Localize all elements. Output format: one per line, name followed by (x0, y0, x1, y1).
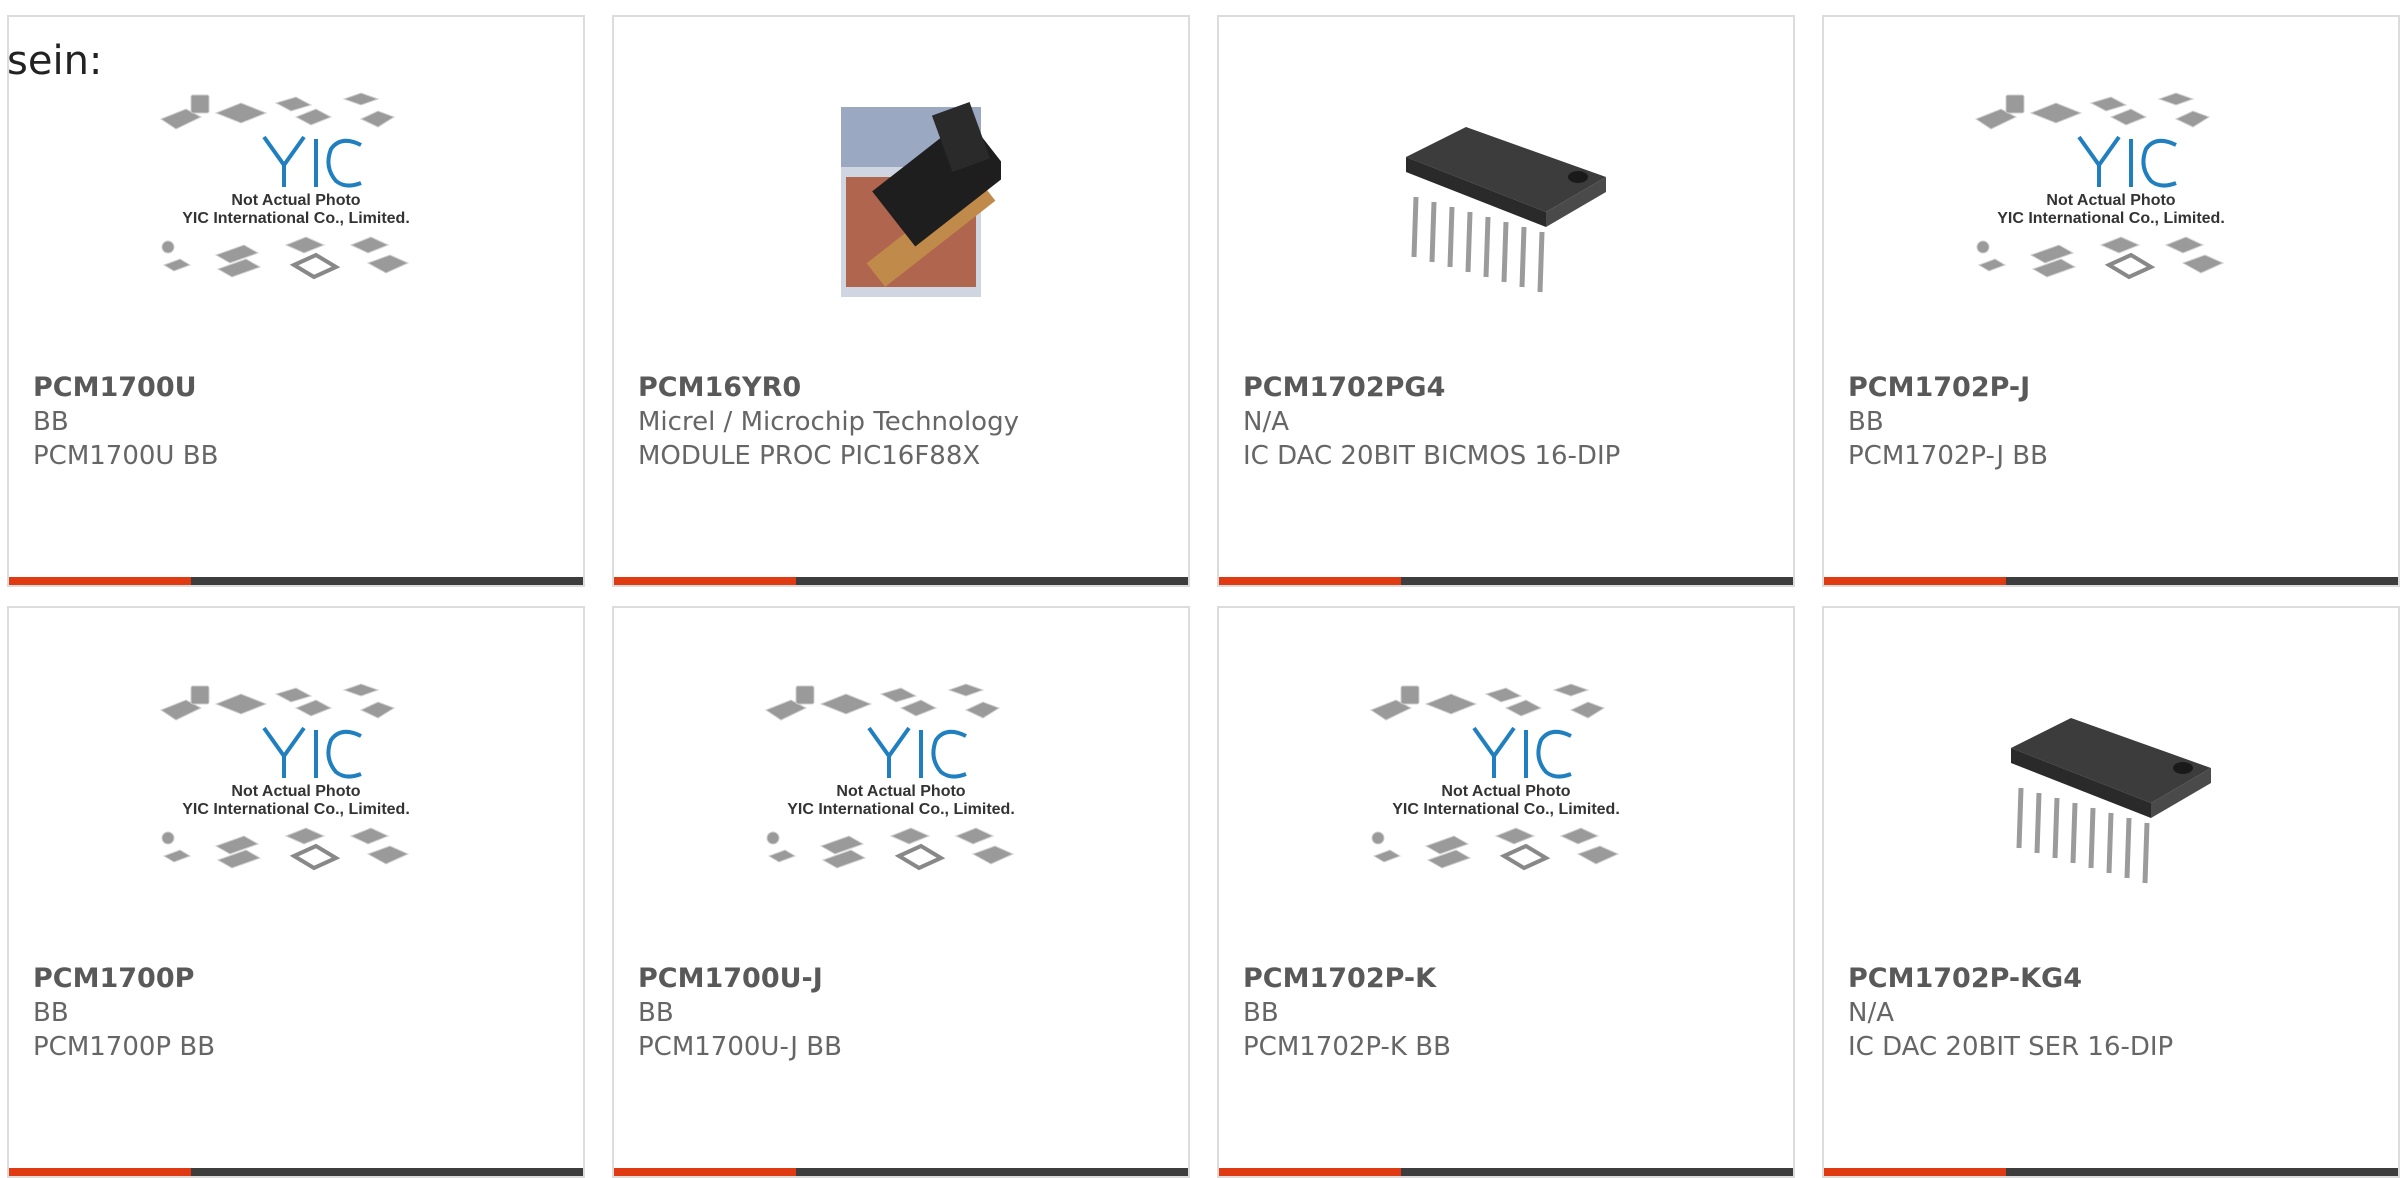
product-part-number[interactable]: PCM1700U-J (638, 965, 823, 992)
product-manufacturer: N/A (1243, 407, 1289, 437)
card-footer-bar (614, 1168, 1188, 1176)
card-accent-bar (9, 577, 191, 585)
placeholder-caption-1: Not Actual Photo (231, 783, 360, 800)
product-description: PCM1700U-J BB (638, 1032, 842, 1062)
intro-text: sein: (7, 38, 103, 84)
product-image[interactable] (614, 87, 1188, 313)
card-accent-bar (614, 1168, 796, 1176)
product-part-number[interactable]: PCM16YR0 (638, 374, 801, 401)
product-image[interactable]: Not Actual Photo YIC International Co., … (9, 87, 583, 313)
product-image[interactable]: Not Actual Photo YIC International Co., … (614, 678, 1188, 904)
placeholder-image: Not Actual Photo YIC International Co., … (159, 683, 410, 871)
product-card[interactable]: PCM1702P-KG4 N/A IC DAC 20BIT SER 16-DIP (1822, 606, 2400, 1178)
placeholder-caption-2: YIC International Co., Limited. (787, 801, 1015, 818)
product-card[interactable]: Not Actual Photo YIC International Co., … (7, 15, 585, 587)
card-footer-bar (614, 577, 1188, 585)
product-part-number[interactable]: PCM1702P-J (1848, 374, 2030, 401)
product-description: IC DAC 20BIT SER 16-DIP (1848, 1032, 2174, 1062)
product-manufacturer: BB (33, 998, 69, 1028)
product-card[interactable]: Not Actual Photo YIC International Co., … (1217, 606, 1795, 1178)
product-manufacturer: BB (33, 407, 69, 437)
card-accent-bar (614, 577, 796, 585)
placeholder-caption-1: Not Actual Photo (2046, 192, 2175, 209)
product-description: IC DAC 20BIT BICMOS 16-DIP (1243, 441, 1621, 471)
card-footer-bar (9, 577, 583, 585)
product-part-number[interactable]: PCM1700U (33, 374, 197, 401)
placeholder-caption-2: YIC International Co., Limited. (1392, 801, 1620, 818)
card-footer-bar (1219, 577, 1793, 585)
module-photo (841, 101, 1001, 297)
card-accent-bar (1824, 1168, 2006, 1176)
product-image[interactable]: Not Actual Photo YIC International Co., … (9, 678, 583, 904)
product-card[interactable]: Not Actual Photo YIC International Co., … (1822, 15, 2400, 587)
placeholder-image: Not Actual Photo YIC International Co., … (159, 92, 410, 280)
product-description: PCM1700U BB (33, 441, 219, 471)
product-part-number[interactable]: PCM1702PG4 (1243, 374, 1445, 401)
product-part-number[interactable]: PCM1700P (33, 965, 194, 992)
card-footer-bar (9, 1168, 583, 1176)
product-image[interactable]: Not Actual Photo YIC International Co., … (1824, 87, 2398, 313)
product-manufacturer: BB (1243, 998, 1279, 1028)
card-accent-bar (1219, 1168, 1401, 1176)
placeholder-caption-1: Not Actual Photo (836, 783, 965, 800)
placeholder-caption-1: Not Actual Photo (231, 192, 360, 209)
product-card[interactable]: Not Actual Photo YIC International Co., … (7, 606, 585, 1178)
product-part-number[interactable]: PCM1702P-KG4 (1848, 965, 2082, 992)
product-part-number[interactable]: PCM1702P-K (1243, 965, 1436, 992)
placeholder-caption-2: YIC International Co., Limited. (182, 210, 410, 227)
product-description: PCM1700P BB (33, 1032, 216, 1062)
placeholder-caption-1: Not Actual Photo (1441, 783, 1570, 800)
card-footer-bar (1824, 577, 2398, 585)
placeholder-image: Not Actual Photo YIC International Co., … (1369, 683, 1620, 871)
card-accent-bar (1219, 577, 1401, 585)
product-description: PCM1702P-J BB (1848, 441, 2048, 471)
product-image[interactable] (1219, 87, 1793, 313)
dip-chip-photo (2001, 678, 2221, 888)
product-manufacturer: BB (1848, 407, 1884, 437)
product-image[interactable] (1824, 678, 2398, 904)
placeholder-image: Not Actual Photo YIC International Co., … (764, 683, 1015, 871)
product-description: MODULE PROC PIC16F88X (638, 441, 981, 471)
product-card[interactable]: Not Actual Photo YIC International Co., … (612, 606, 1190, 1178)
card-accent-bar (9, 1168, 191, 1176)
placeholder-image: Not Actual Photo YIC International Co., … (1974, 92, 2225, 280)
dip-chip-photo (1396, 87, 1616, 297)
product-manufacturer: BB (638, 998, 674, 1028)
card-footer-bar (1824, 1168, 2398, 1176)
product-description: PCM1702P-K BB (1243, 1032, 1451, 1062)
placeholder-caption-2: YIC International Co., Limited. (182, 801, 410, 818)
card-footer-bar (1219, 1168, 1793, 1176)
product-image[interactable]: Not Actual Photo YIC International Co., … (1219, 678, 1793, 904)
product-manufacturer: Micrel / Microchip Technology (638, 407, 1019, 437)
card-accent-bar (1824, 577, 2006, 585)
product-card[interactable]: PCM1702PG4 N/A IC DAC 20BIT BICMOS 16-DIP (1217, 15, 1795, 587)
product-card[interactable]: PCM16YR0 Micrel / Microchip Technology MOD… (612, 15, 1190, 587)
placeholder-caption-2: YIC International Co., Limited. (1997, 210, 2225, 227)
product-manufacturer: N/A (1848, 998, 1894, 1028)
